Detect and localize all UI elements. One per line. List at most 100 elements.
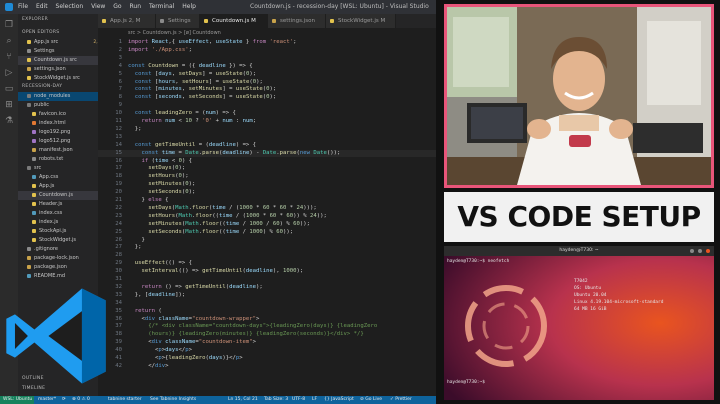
- code-token: const: [141, 149, 162, 156]
- menu-terminal[interactable]: Terminal: [149, 3, 174, 10]
- line-number: 8: [118, 94, 122, 101]
- indentation[interactable]: Tab Size: 3: [264, 396, 288, 404]
- go-live-button[interactable]: ⊘ Go Live: [360, 396, 382, 404]
- code-token: );: [269, 86, 277, 93]
- file-item[interactable]: .gitignore: [18, 245, 98, 254]
- tabnine-insights[interactable]: See Tabnine Insights: [150, 396, 196, 404]
- code-token: floor: [192, 204, 209, 211]
- title-banner: VS CODE SETUP: [444, 192, 714, 242]
- file-type-icon: [32, 111, 36, 116]
- file-item[interactable]: README.md: [18, 272, 98, 281]
- file-item[interactable]: Settings: [18, 47, 98, 56]
- maximize-icon[interactable]: [698, 249, 702, 253]
- tab-0[interactable]: App.js 2, M: [98, 14, 156, 28]
- project-header[interactable]: RECESSION-DAY: [22, 84, 62, 89]
- source-control-icon[interactable]: ⑂: [4, 52, 14, 62]
- file-item[interactable]: public: [18, 101, 98, 110]
- menu-go[interactable]: Go: [113, 3, 121, 10]
- file-item[interactable]: App.js src2, M: [18, 38, 98, 47]
- file-item[interactable]: StockWidget.js srcM: [18, 74, 98, 83]
- file-item[interactable]: favicon.ico: [18, 110, 98, 119]
- file-item[interactable]: Header.js: [18, 200, 98, 209]
- file-item[interactable]: logo512.png: [18, 137, 98, 146]
- file-item[interactable]: settings.json: [18, 65, 98, 74]
- file-item[interactable]: StockWidget.jsM: [18, 236, 98, 245]
- language-mode[interactable]: {} JavaScript: [324, 396, 354, 404]
- code-line: 26 }: [98, 237, 436, 245]
- file-item[interactable]: Countdown.js srcM: [18, 56, 98, 65]
- file-label: Countdown.js: [39, 192, 73, 198]
- code-token: else: [148, 197, 166, 203]
- file-item[interactable]: logo192.png: [18, 128, 98, 137]
- menu-file[interactable]: File: [18, 3, 28, 10]
- line-number: 18: [115, 173, 122, 180]
- minimize-icon[interactable]: [690, 249, 694, 253]
- code-token: )) %: [293, 212, 311, 219]
- testing-icon[interactable]: ⚗: [4, 116, 14, 126]
- remote-explorer-icon[interactable]: ▭: [4, 84, 14, 94]
- remote-indicator[interactable]: WSL: Ubuntu: [0, 396, 34, 404]
- branch-indicator[interactable]: master*: [38, 396, 56, 404]
- file-label: src: [34, 165, 42, 171]
- code-token: ) %: [262, 228, 277, 235]
- code-token: const: [134, 86, 155, 93]
- line-ending[interactable]: LF: [312, 396, 317, 404]
- menu-help[interactable]: Help: [182, 3, 196, 10]
- file-item[interactable]: Countdown.jsM: [18, 191, 98, 200]
- code-line: 8 const [seconds, setSeconds] = useState…: [98, 94, 436, 102]
- tabnine-indicator[interactable]: tabnine starter: [108, 396, 142, 404]
- code-line: 33 }, [deadline]);: [98, 292, 436, 300]
- file-item[interactable]: manifest.json: [18, 146, 98, 155]
- file-item[interactable]: package-lock.json: [18, 254, 98, 263]
- tab-4[interactable]: StockWidget.js M: [326, 14, 396, 28]
- tab-3[interactable]: settings.json: [268, 14, 326, 28]
- file-item[interactable]: node_modules: [18, 92, 98, 101]
- tab-1[interactable]: Settings: [156, 14, 200, 28]
- menu-edit[interactable]: Edit: [36, 3, 48, 10]
- file-item[interactable]: src: [18, 164, 98, 173]
- presenter-photo: [444, 4, 714, 188]
- code-token: ((: [218, 228, 226, 235]
- file-item[interactable]: index.js: [18, 218, 98, 227]
- code-token: const: [134, 94, 155, 101]
- terminal-prompt[interactable]: hayden@T730:~$: [447, 380, 485, 385]
- code-line: 6 const [hours, setHours] = useState(0);: [98, 79, 436, 87]
- file-item[interactable]: robots.txt: [18, 155, 98, 164]
- file-item[interactable]: index.html: [18, 119, 98, 128]
- menu-selection[interactable]: Selection: [56, 3, 84, 10]
- line-number: 25: [115, 228, 122, 235]
- sync-icon[interactable]: ⟳: [62, 396, 66, 404]
- code-line: 29 useEffect(() => {: [98, 260, 436, 268]
- menu-view[interactable]: View: [91, 3, 105, 10]
- code-line: 15 const time = Date.parse(deadline) - D…: [98, 149, 436, 158]
- menu-run[interactable]: Run: [130, 3, 142, 10]
- file-item[interactable]: index.css: [18, 209, 98, 218]
- extensions-icon[interactable]: ⊞: [4, 100, 14, 110]
- files-icon[interactable]: ❐: [4, 20, 14, 30]
- prettier-indicator[interactable]: ✓ Prettier: [390, 396, 412, 404]
- code-token: 1000: [245, 212, 260, 219]
- tab-2[interactable]: Countdown.js M: [200, 14, 268, 28]
- code-token: Math: [185, 220, 199, 227]
- file-item[interactable]: App.jsM: [18, 182, 98, 191]
- neofetch-line-3: Ubuntu 20.04: [574, 293, 607, 298]
- run-debug-icon[interactable]: ▷: [4, 68, 14, 78]
- file-item[interactable]: App.cssM: [18, 173, 98, 182]
- file-item[interactable]: package.json: [18, 263, 98, 272]
- breadcrumb[interactable]: src > Countdown.js > [ø] Countdown: [98, 28, 436, 38]
- code-token: ) -: [249, 149, 263, 156]
- search-icon[interactable]: ⌕: [4, 36, 14, 46]
- code-token: parse: [202, 149, 219, 156]
- encoding[interactable]: UTF-8: [292, 396, 305, 404]
- cursor-position[interactable]: Ln 15, Col 21: [228, 396, 258, 404]
- code-token: num: [222, 118, 233, 124]
- code-editor[interactable]: 1 import React, { useEffect, useState } fr…: [98, 38, 436, 396]
- close-icon[interactable]: [706, 249, 710, 253]
- code-token: const: [134, 141, 155, 148]
- problems-indicator[interactable]: ⊗ 0 ⚠ 0: [72, 396, 90, 404]
- code-token: className: [158, 315, 189, 322]
- code-token: parse: [279, 149, 297, 156]
- file-item[interactable]: StockApi.jsM: [18, 227, 98, 236]
- code-token: ) => {: [235, 141, 257, 148]
- open-editors-header[interactable]: OPEN EDITORS: [22, 30, 59, 35]
